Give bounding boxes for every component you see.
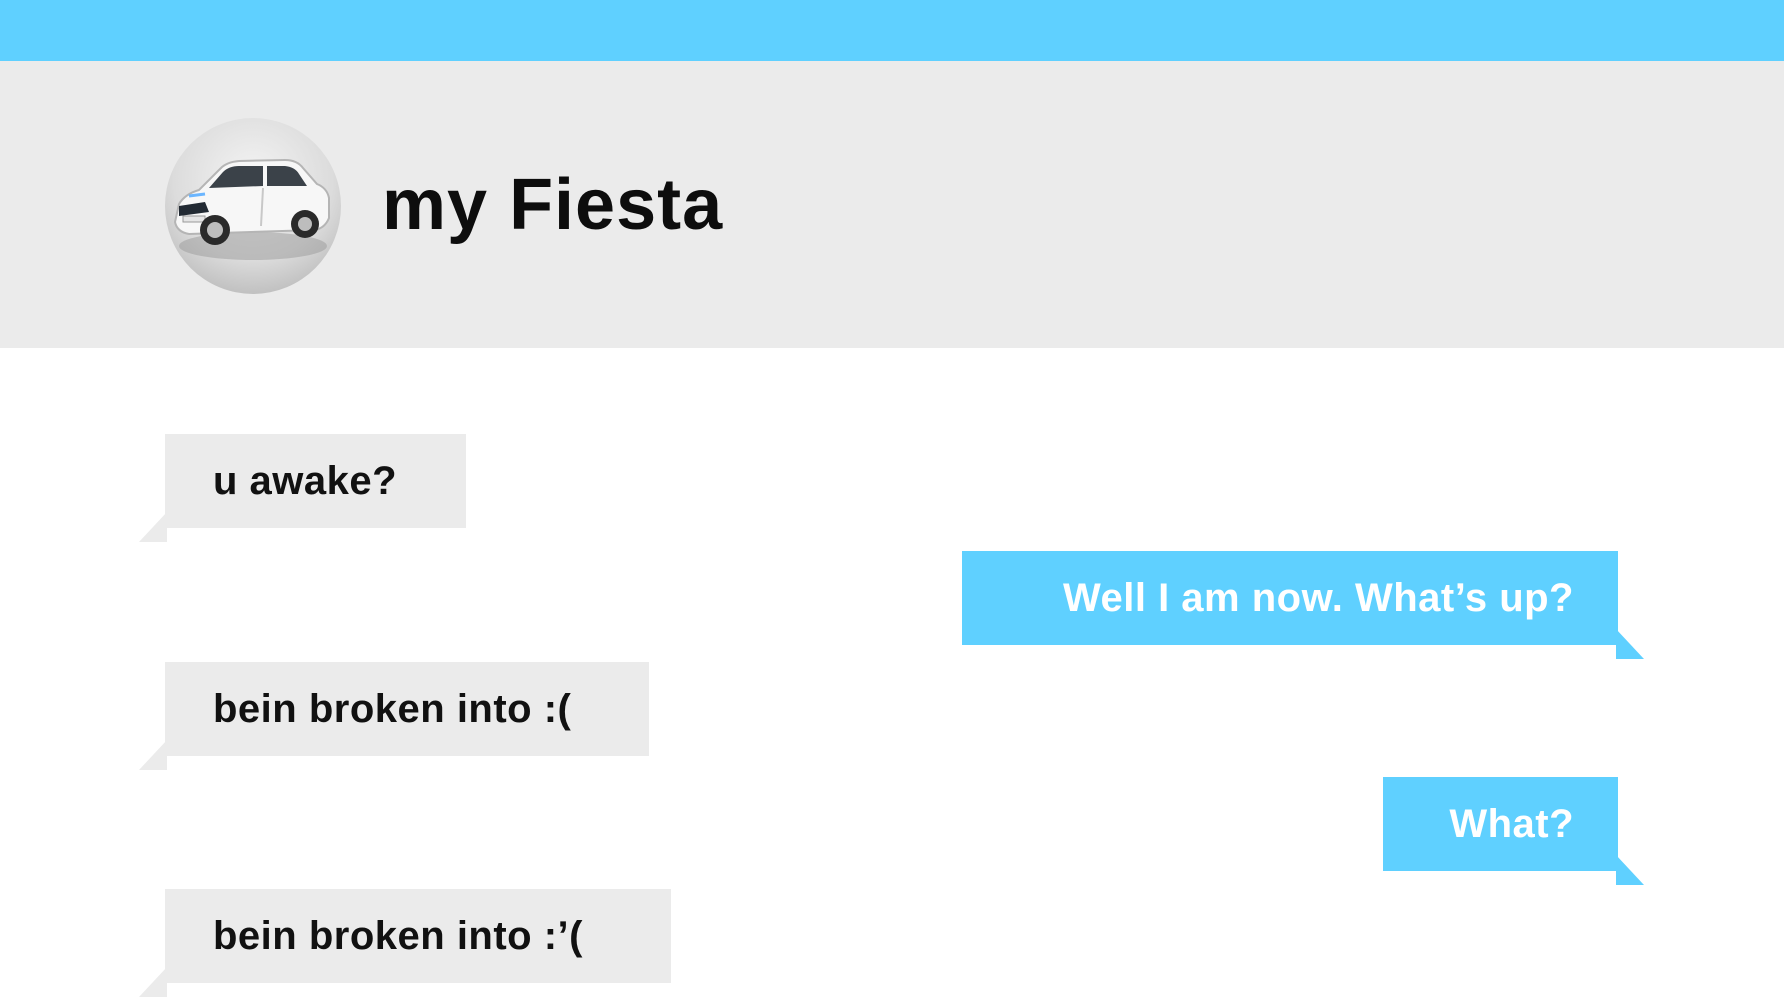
message-bubble-incoming[interactable]: bein broken into :’( (139, 889, 671, 997)
message-bubble-outgoing[interactable]: What? (1383, 777, 1644, 885)
message-bubble-outgoing[interactable]: Well I am now. What’s up? (962, 551, 1644, 659)
bubble-tail (139, 967, 167, 997)
message-bubble-incoming[interactable]: u awake? (139, 434, 466, 542)
contact-name: my Fiesta (382, 165, 724, 245)
message-text: bein broken into :’( (213, 914, 583, 958)
contact-avatar[interactable] (165, 118, 341, 294)
top-status-bar (0, 0, 1784, 61)
car-icon (173, 158, 330, 260)
chat-header: my Fiesta (0, 61, 1784, 348)
bubble-tail (139, 512, 167, 542)
message-text: What? (1449, 802, 1574, 846)
message-text: bein broken into :( (213, 687, 572, 731)
message-text: u awake? (213, 459, 398, 503)
message-text: Well I am now. What’s up? (1062, 576, 1574, 620)
bubble-tail (139, 740, 167, 770)
bubble-tail (1616, 629, 1644, 659)
message-bubble-incoming[interactable]: bein broken into :( (139, 662, 649, 770)
bubble-tail (1616, 855, 1644, 885)
